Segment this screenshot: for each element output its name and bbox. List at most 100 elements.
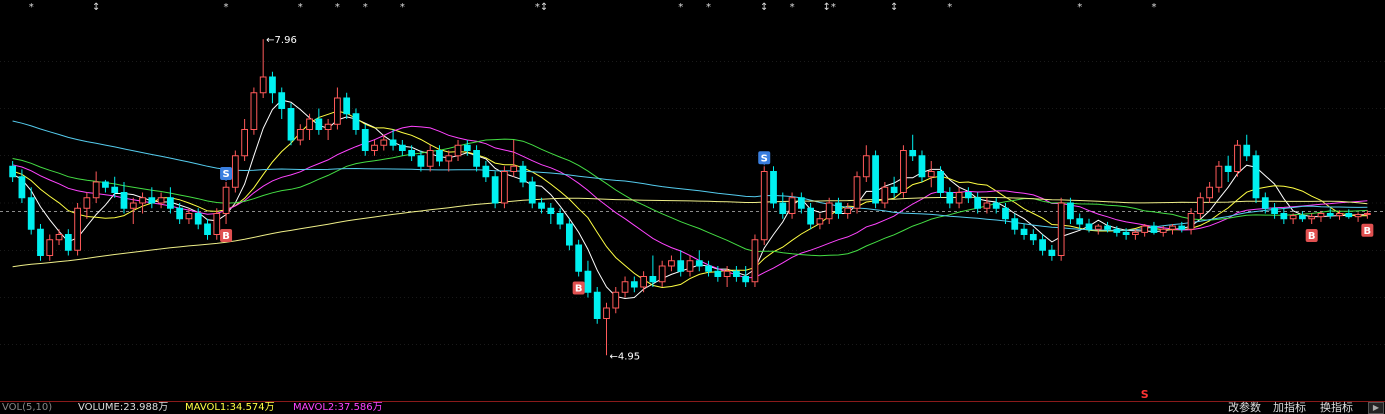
candle-down — [705, 265, 712, 272]
candle-down — [204, 223, 211, 235]
candle-up — [723, 270, 731, 277]
candle-down — [964, 192, 972, 199]
candle-down — [1271, 207, 1278, 214]
candle-down — [1029, 234, 1037, 241]
top-event-marker: ↕ — [760, 2, 768, 13]
candle-down — [408, 150, 416, 157]
candle-down — [1150, 225, 1158, 233]
candle-down — [417, 155, 425, 167]
candle-down — [194, 213, 202, 225]
candle-down — [1261, 197, 1269, 209]
candle-down — [556, 213, 564, 225]
candle-up — [1196, 197, 1204, 214]
candle-down — [538, 202, 545, 209]
candle-down — [398, 144, 406, 151]
candle-down — [1067, 202, 1074, 220]
top-event-marker: * — [298, 2, 303, 13]
mavol1-value: MAVOL1:34.574万 — [185, 402, 275, 413]
candle-down — [167, 197, 174, 209]
candle-down — [1224, 165, 1232, 172]
candle-down — [64, 234, 72, 251]
candle-down — [1252, 155, 1260, 199]
candle-up — [1354, 214, 1362, 218]
candle-up — [241, 129, 248, 157]
candle-up — [603, 307, 610, 319]
candle-down — [1020, 228, 1028, 235]
swap-indicator-button[interactable]: 换指标 — [1320, 402, 1353, 413]
candle-down — [714, 270, 722, 277]
price-high-label: ←7.96 — [266, 35, 297, 46]
candle-down — [677, 260, 685, 272]
top-event-marker: ↕ — [92, 2, 100, 13]
candle-down — [176, 207, 184, 220]
candle-down — [770, 171, 777, 204]
candle-down — [352, 113, 360, 130]
top-event-marker: * — [29, 2, 34, 13]
indicator-bar: VOL(5,10) VOLUME:23.988万 MAVOL1:34.574万 … — [0, 401, 1385, 414]
candle-up — [927, 171, 935, 178]
candle-up — [1363, 213, 1371, 216]
candle-up — [862, 155, 870, 178]
candle-down — [1299, 215, 1306, 220]
chevron-right-icon[interactable]: ▶ — [1368, 402, 1384, 414]
candle-up — [157, 197, 165, 204]
candle-down — [482, 165, 490, 178]
top-event-marker: * — [400, 2, 405, 13]
candle-up — [1141, 225, 1149, 233]
candle-up — [231, 155, 239, 188]
candle-down — [269, 76, 276, 94]
signal-marker-label: S — [761, 153, 768, 164]
candle-up — [1132, 231, 1139, 235]
candle-up — [1187, 213, 1195, 230]
candle-up — [259, 76, 267, 94]
candle-down — [547, 207, 555, 214]
candle-up — [881, 186, 889, 204]
candle-down — [1178, 225, 1186, 230]
candle-down — [872, 155, 879, 204]
candle-up — [1057, 202, 1065, 256]
candle-up — [1317, 213, 1325, 218]
candle-up — [816, 218, 824, 225]
candle-down — [473, 150, 480, 167]
ma-line-30 — [12, 138, 1368, 257]
candlestick-chart[interactable]: ←7.96←4.95SBBSB B* ↕ * * * * * *↕ * * ↕ * ↕* ↕ * * *S — [0, 0, 1385, 400]
candle-down — [491, 176, 499, 204]
candle-up — [658, 265, 666, 283]
top-event-marker: *↕ — [535, 2, 548, 13]
change-params-button[interactable]: 改参数 — [1228, 402, 1261, 413]
candle-up — [222, 186, 230, 214]
candle-down — [1085, 223, 1093, 230]
candle-down — [890, 186, 898, 193]
candle-down — [9, 165, 17, 178]
candle-up — [788, 197, 796, 214]
candle-down — [695, 260, 703, 267]
mavol2-value: MAVOL2:37.586万 — [293, 402, 383, 413]
candle-down — [1039, 239, 1046, 251]
candle-up — [955, 192, 963, 204]
candle-down — [575, 244, 583, 272]
top-event-marker: * — [790, 2, 795, 13]
candle-up — [621, 281, 629, 293]
candle-up — [139, 197, 146, 204]
candle-up — [454, 144, 462, 157]
candle-down — [463, 144, 471, 151]
candle-down — [807, 207, 815, 225]
candle-down — [937, 171, 944, 193]
candle-down — [946, 192, 954, 204]
candle-down — [519, 165, 527, 183]
candle-down — [102, 181, 109, 188]
candle-up — [1336, 213, 1343, 217]
candle-up — [1094, 225, 1102, 230]
candle-down — [992, 202, 1000, 209]
candle-down — [1048, 249, 1056, 256]
candle-up — [1308, 216, 1316, 220]
top-event-marker: * — [678, 2, 683, 13]
add-indicator-button[interactable]: 加指标 — [1273, 402, 1306, 413]
candle-up — [1206, 186, 1213, 199]
candle-down — [742, 276, 750, 283]
candle-down — [1243, 144, 1251, 157]
candle-down — [733, 270, 740, 277]
candle-down — [649, 276, 657, 283]
candle-up — [686, 260, 694, 272]
candle-down — [1345, 213, 1353, 218]
